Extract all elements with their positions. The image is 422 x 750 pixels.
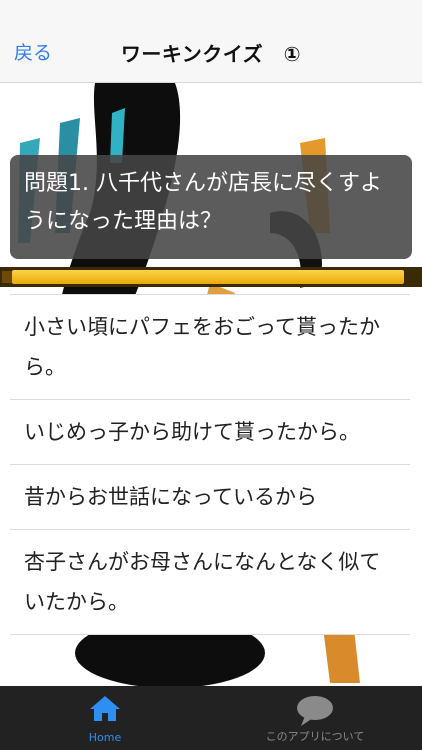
answer-option-2[interactable]: いじめっ子から助けて貰ったから。 [10,400,410,465]
tab-home[interactable]: Home [60,686,150,750]
home-icon [90,696,120,721]
timer-progress-bar [0,267,422,287]
page-title: ワーキンクイズ ① [120,42,302,66]
progress-fill [12,270,404,284]
tab-about-label: このアプリについて [265,730,365,743]
question-text: 問題1. 八千代さんが店長に尽くすようになった理由は？ [10,155,412,259]
navigation-bar: 戻る ワーキンクイズ ① [0,0,422,83]
tab-home-label: Home [88,731,122,744]
progress-start-cap [2,271,12,283]
tab-about-app[interactable]: このアプリについて [240,686,390,750]
answer-option-4[interactable]: 杏子さんがお母さんになんとなく似ていたから。 [10,530,410,635]
answer-option-1[interactable]: 小さい頃にパフェをおごって貰ったから。 [10,294,410,400]
answer-list: 小さい頃にパフェをおごって貰ったから。 いじめっ子から助けて貰ったから。 昔から… [10,294,410,635]
tab-bar: Home このアプリについて [0,686,422,750]
answer-option-3[interactable]: 昔からお世話になっているから [10,465,410,530]
speech-bubble-icon [297,696,333,726]
